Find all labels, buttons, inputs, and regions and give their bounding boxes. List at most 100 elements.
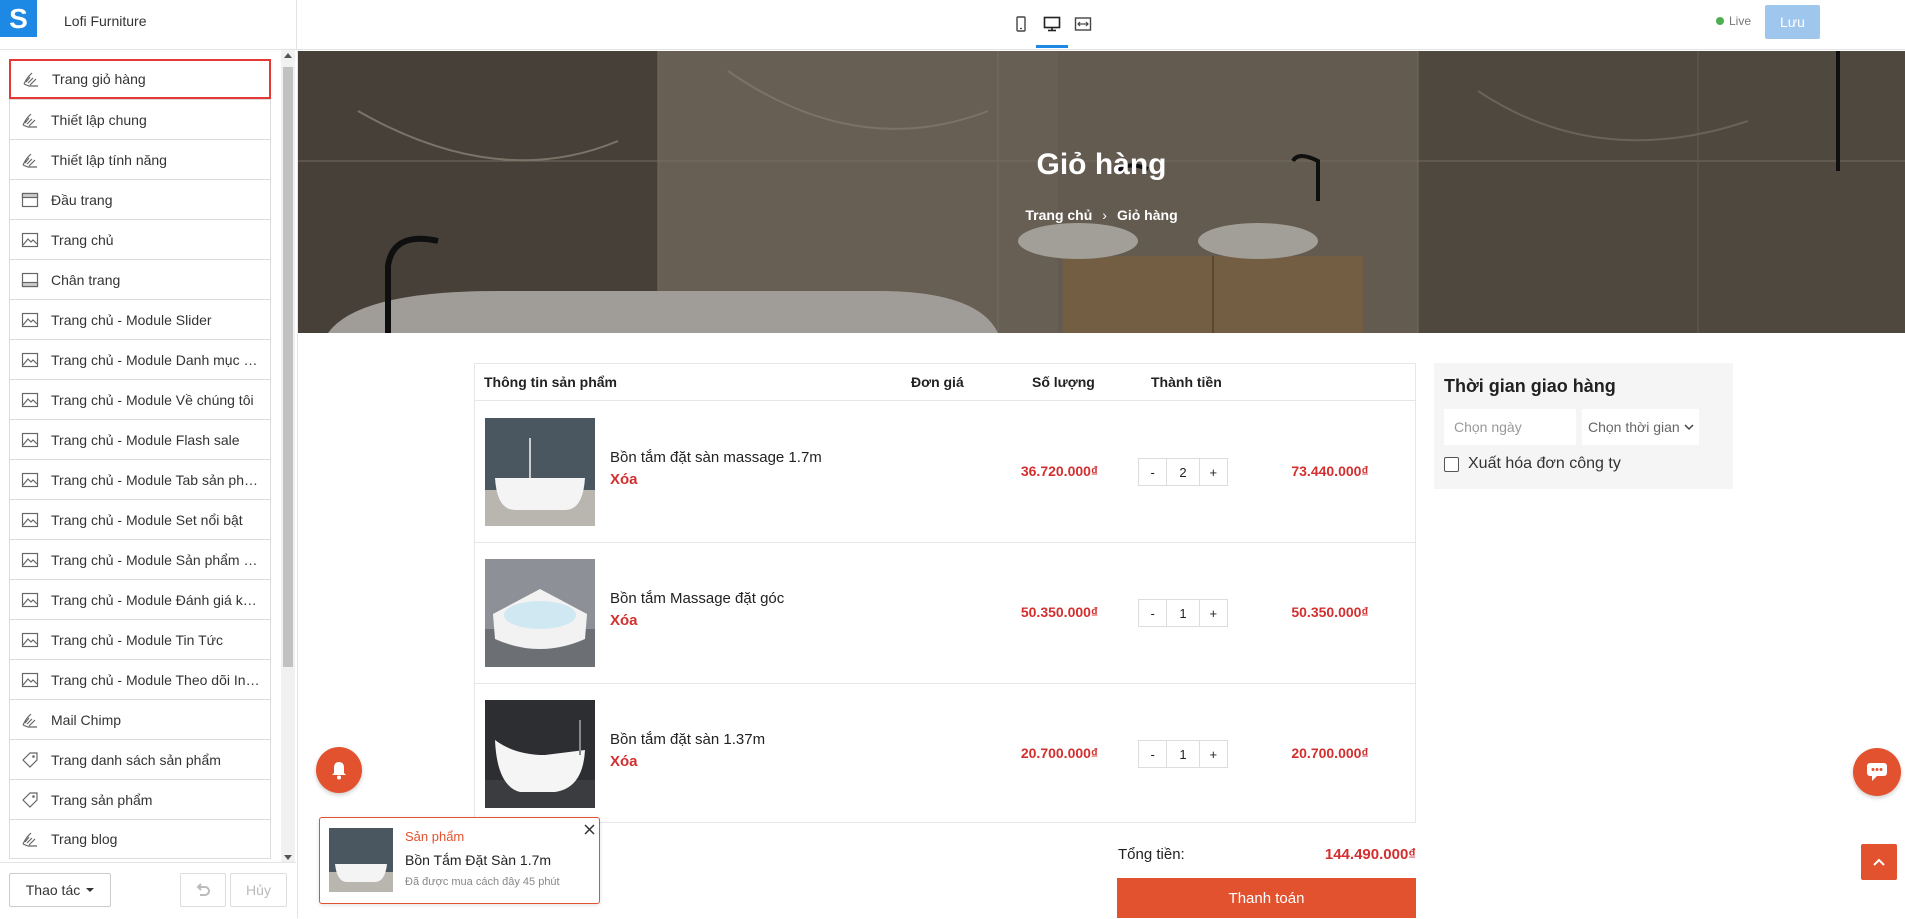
sidebar-item-label: Trang chủ - Module Theo dõi Instagram: [51, 671, 261, 688]
remove-item-link[interactable]: Xóa: [610, 612, 638, 629]
quantity-value[interactable]: 1: [1166, 600, 1200, 626]
checkout-button[interactable]: Thanh toán: [1117, 878, 1416, 918]
decrease-qty-button[interactable]: -: [1139, 600, 1166, 626]
sidebar-item[interactable]: Trang chủ - Module Set nổi bật: [9, 499, 271, 539]
recent-purchase-popup[interactable]: Sản phẩm Bồn Tắm Đặt Sàn 1.7m Đã được mu…: [319, 817, 600, 904]
image-icon: [20, 230, 40, 250]
sidebar-item[interactable]: Trang chủ: [9, 219, 271, 259]
popup-product-name[interactable]: Bồn Tắm Đặt Sàn 1.7m: [405, 852, 551, 868]
remove-item-link[interactable]: Xóa: [610, 471, 638, 488]
product-name[interactable]: Bồn tắm Massage đặt góc: [610, 590, 784, 607]
notification-bell-button[interactable]: [316, 747, 362, 793]
sidebar-item[interactable]: Trang chủ - Module Theo dõi Instagram: [9, 659, 271, 699]
mobile-view-button[interactable]: [1010, 13, 1032, 35]
delivery-time-panel: Thời gian giao hàng Chọn ngày Chọn thời …: [1434, 363, 1733, 489]
header-product: Thông tin sản phẩm: [484, 374, 617, 390]
image-icon: [20, 430, 40, 450]
company-invoice-option[interactable]: Xuất hóa đơn công ty: [1444, 455, 1621, 473]
chat-widget-button[interactable]: [1853, 748, 1901, 796]
sidebar-item[interactable]: Trang chủ - Module Flash sale: [9, 419, 271, 459]
sidebar-item[interactable]: Trang chủ - Module Slider: [9, 299, 271, 339]
delivery-time-value: Chọn thời gian: [1588, 419, 1680, 435]
breadcrumb-separator-icon: ›: [1102, 207, 1107, 223]
company-invoice-checkbox[interactable]: [1444, 456, 1459, 472]
breadcrumb-current: Giỏ hàng: [1116, 207, 1178, 223]
product-thumbnail[interactable]: [485, 559, 595, 667]
increase-qty-button[interactable]: +: [1200, 459, 1227, 485]
increase-qty-button[interactable]: +: [1200, 741, 1227, 767]
sidebar-item[interactable]: Trang chủ - Module Tin Tức: [9, 619, 271, 659]
image-icon: [20, 510, 40, 530]
product-thumbnail[interactable]: [485, 700, 595, 808]
chevron-down-icon: [1684, 424, 1694, 431]
sidebar-item[interactable]: Chân trang: [9, 259, 271, 299]
desktop-icon: [1043, 16, 1061, 32]
freestanding-bathtub-image: [485, 700, 595, 808]
sidebar-item[interactable]: Trang sản phẩm: [9, 779, 271, 819]
cancel-button[interactable]: Hủy: [230, 873, 287, 907]
image-icon: [20, 390, 40, 410]
hero-overlay: [298, 51, 1905, 333]
image-icon: [20, 550, 40, 570]
unit-price: 20.700.000₫: [1020, 745, 1099, 761]
line-subtotal: 50.350.000₫: [1291, 604, 1369, 620]
sidebar-item[interactable]: Trang chủ - Module Đánh giá khách hàng: [9, 579, 271, 619]
sidebar-item[interactable]: Thiết lập chung: [9, 99, 271, 139]
increase-qty-button[interactable]: +: [1200, 600, 1227, 626]
header-icon: [20, 190, 40, 210]
total-value: 144.490.000₫: [1324, 846, 1416, 863]
app-logo[interactable]: S: [0, 0, 37, 37]
product-thumbnail[interactable]: [485, 418, 595, 526]
sidebar-item[interactable]: Mail Chimp: [9, 699, 271, 739]
sidebar-item-label: Thiết lập tính năng: [51, 151, 167, 168]
company-invoice-label: Xuất hóa đơn công ty: [1468, 455, 1621, 472]
undo-button[interactable]: [180, 873, 226, 907]
sidebar-item[interactable]: Đầu trang: [9, 179, 271, 219]
product-name[interactable]: Bồn tắm đặt sàn 1.37m: [610, 731, 765, 748]
breadcrumb-home-link[interactable]: Trang chủ: [1025, 207, 1092, 223]
sidebar-item[interactable]: Trang chủ - Module Danh mục nổi bật: [9, 339, 271, 379]
decrease-qty-button[interactable]: -: [1139, 741, 1166, 767]
decrease-qty-button[interactable]: -: [1139, 459, 1166, 485]
tag-icon: [20, 790, 40, 810]
mobile-icon: [1016, 16, 1026, 32]
close-icon[interactable]: [582, 822, 596, 836]
popup-category: Sản phẩm: [405, 829, 465, 844]
sidebar-item[interactable]: Trang giỏ hàng: [9, 59, 271, 99]
delivery-time-select[interactable]: Chọn thời gian: [1582, 409, 1699, 445]
sidebar-item[interactable]: Trang chủ - Module Sản phẩm nổi bật: [9, 539, 271, 579]
fullwidth-view-button[interactable]: [1072, 13, 1094, 35]
save-button[interactable]: Lưu: [1765, 5, 1820, 39]
page-preview: Giỏ hàng Trang chủ › Giỏ hàng Thông tin sả…: [298, 51, 1905, 918]
sidebar-item[interactable]: Thiết lập tính năng: [9, 139, 271, 179]
sidebar-item-label: Trang chủ - Module Đánh giá khách hàng: [51, 591, 261, 608]
sidebar-item-label: Trang chủ: [51, 231, 114, 248]
quantity-stepper: - 1 +: [1138, 599, 1228, 627]
quantity-value[interactable]: 2: [1166, 459, 1200, 485]
sidebar-item[interactable]: Trang blog: [9, 819, 271, 859]
chevron-up-icon: [1873, 858, 1885, 866]
quantity-value[interactable]: 1: [1166, 741, 1200, 767]
unit-price: 36.720.000₫: [1020, 463, 1099, 479]
sidebar-item-label: Trang chủ - Module Set nổi bật: [51, 511, 243, 528]
cart-table: Thông tin sản phẩm Đơn giá Số lượng Thàn…: [474, 363, 1416, 823]
store-name: Lofi Furniture: [64, 13, 147, 29]
back-to-top-button[interactable]: [1861, 844, 1897, 880]
sidebar-item[interactable]: Trang chủ - Module Tab sản phẩm: [9, 459, 271, 499]
chat-icon: [1867, 763, 1887, 781]
actions-dropdown-button[interactable]: Thao tác: [9, 873, 111, 907]
scroll-down-arrow-icon[interactable]: [284, 855, 292, 860]
sidebar-item[interactable]: Trang danh sách sản phẩm: [9, 739, 271, 779]
sidebar-item-label: Trang giỏ hàng: [52, 71, 146, 87]
sidebar-list: Trang giỏ hàng Thiết lập chung Thiết lập t…: [9, 59, 271, 859]
sidebar-item[interactable]: Trang chủ - Module Về chúng tôi: [9, 379, 271, 419]
unit-price: 50.350.000₫: [1020, 604, 1099, 620]
remove-item-link[interactable]: Xóa: [610, 753, 638, 770]
scroll-up-arrow-icon[interactable]: [284, 53, 292, 58]
product-name[interactable]: Bồn tắm đặt sàn massage 1.7m: [610, 449, 822, 466]
live-status: Live: [1716, 14, 1751, 28]
desktop-view-button[interactable]: [1041, 13, 1063, 35]
line-subtotal: 20.700.000₫: [1291, 745, 1369, 761]
sidebar-scroll-thumb[interactable]: [283, 67, 293, 667]
delivery-date-input[interactable]: Chọn ngày: [1444, 409, 1576, 445]
